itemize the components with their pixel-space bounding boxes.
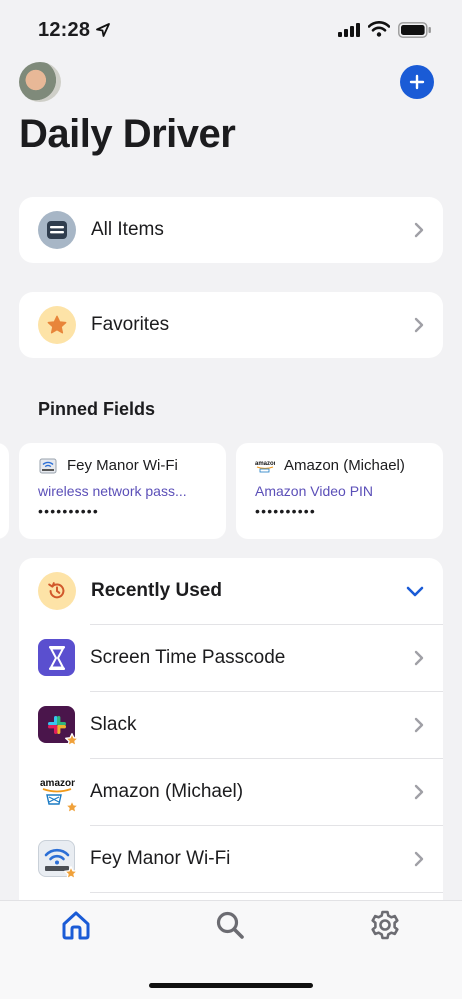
- hourglass-icon: [38, 639, 75, 676]
- chevron-right-icon: [414, 222, 424, 238]
- amazon-icon: amazon: [38, 773, 79, 814]
- favorite-star-icon: [65, 800, 79, 814]
- list-item[interactable]: Fey Manor Wi-Fi: [19, 825, 443, 892]
- list-item[interactable]: Slack: [19, 691, 443, 758]
- pinned-card-title: Fey Manor Wi-Fi: [67, 457, 178, 474]
- favorite-star-icon: [65, 733, 79, 747]
- favorites-icon: [38, 306, 76, 344]
- pinned-fields-heading: Pinned Fields: [38, 399, 156, 419]
- pinned-card-title: Amazon (Michael): [284, 457, 405, 474]
- page-title: Daily Driver: [19, 112, 236, 156]
- list-item[interactable]: amazon Amazon (Michael): [19, 758, 443, 825]
- pinned-card-partial[interactable]: [0, 443, 9, 539]
- favorite-star-icon: [64, 866, 78, 880]
- amazon-icon: amazon: [255, 458, 275, 474]
- home-indicator: [149, 983, 313, 988]
- all-items-label: All Items: [91, 219, 164, 240]
- chevron-right-icon: [414, 784, 424, 799]
- wifi-router-icon: [38, 840, 78, 880]
- cellular-signal-icon: [338, 23, 360, 42]
- history-icon: [38, 572, 76, 610]
- status-bar: 12:28: [0, 0, 462, 60]
- chevron-right-icon: [414, 317, 424, 333]
- plus-icon: [409, 74, 425, 90]
- gear-icon: [371, 910, 399, 940]
- tab-search[interactable]: [214, 909, 246, 946]
- pinned-field-name: wireless network pass...: [38, 483, 187, 499]
- svg-text:amazon: amazon: [40, 778, 75, 789]
- pinned-card-wifi[interactable]: Fey Manor Wi-Fi wireless network pass...…: [19, 443, 226, 539]
- list-item[interactable]: Screen Time Passcode: [19, 624, 443, 691]
- pinned-card-amazon[interactable]: amazon Amazon (Michael) Amazon Video PIN…: [236, 443, 443, 539]
- recently-used-label: Recently Used: [91, 580, 222, 601]
- favorites-label: Favorites: [91, 314, 170, 335]
- slack-icon: [38, 706, 79, 747]
- list-item-label: Screen Time Passcode: [90, 646, 286, 668]
- list-item-label: Amazon (Michael): [90, 780, 244, 802]
- all-items-icon: [38, 211, 76, 249]
- home-icon: [62, 911, 90, 940]
- favorites-row[interactable]: Favorites: [19, 292, 443, 358]
- battery-icon: [398, 22, 432, 43]
- avatar[interactable]: [19, 62, 61, 102]
- pinned-field-value: ••••••••••: [255, 503, 317, 519]
- recently-used-header[interactable]: Recently Used: [19, 558, 443, 624]
- svg-text:amazon: amazon: [255, 461, 275, 467]
- status-time: 12:28: [38, 19, 91, 41]
- chevron-right-icon: [414, 650, 424, 665]
- location-arrow-icon: [95, 22, 111, 43]
- tab-home[interactable]: [60, 909, 92, 946]
- add-button[interactable]: [400, 65, 434, 99]
- list-item-label: Slack: [90, 713, 137, 735]
- pinned-field-name: Amazon Video PIN: [255, 483, 374, 499]
- pinned-field-value: ••••••••••: [38, 503, 100, 519]
- wifi-icon: [367, 21, 391, 42]
- recently-used-section: Recently Used Screen Time Passcode Slack…: [19, 558, 443, 918]
- wifi-router-icon: [38, 458, 58, 474]
- all-items-row[interactable]: All Items: [19, 197, 443, 263]
- chevron-down-icon[interactable]: [406, 586, 424, 597]
- chevron-right-icon: [414, 851, 424, 866]
- chevron-right-icon: [414, 717, 424, 732]
- tab-settings[interactable]: [369, 909, 401, 946]
- search-icon: [216, 911, 244, 939]
- list-item-label: Fey Manor Wi-Fi: [90, 847, 231, 869]
